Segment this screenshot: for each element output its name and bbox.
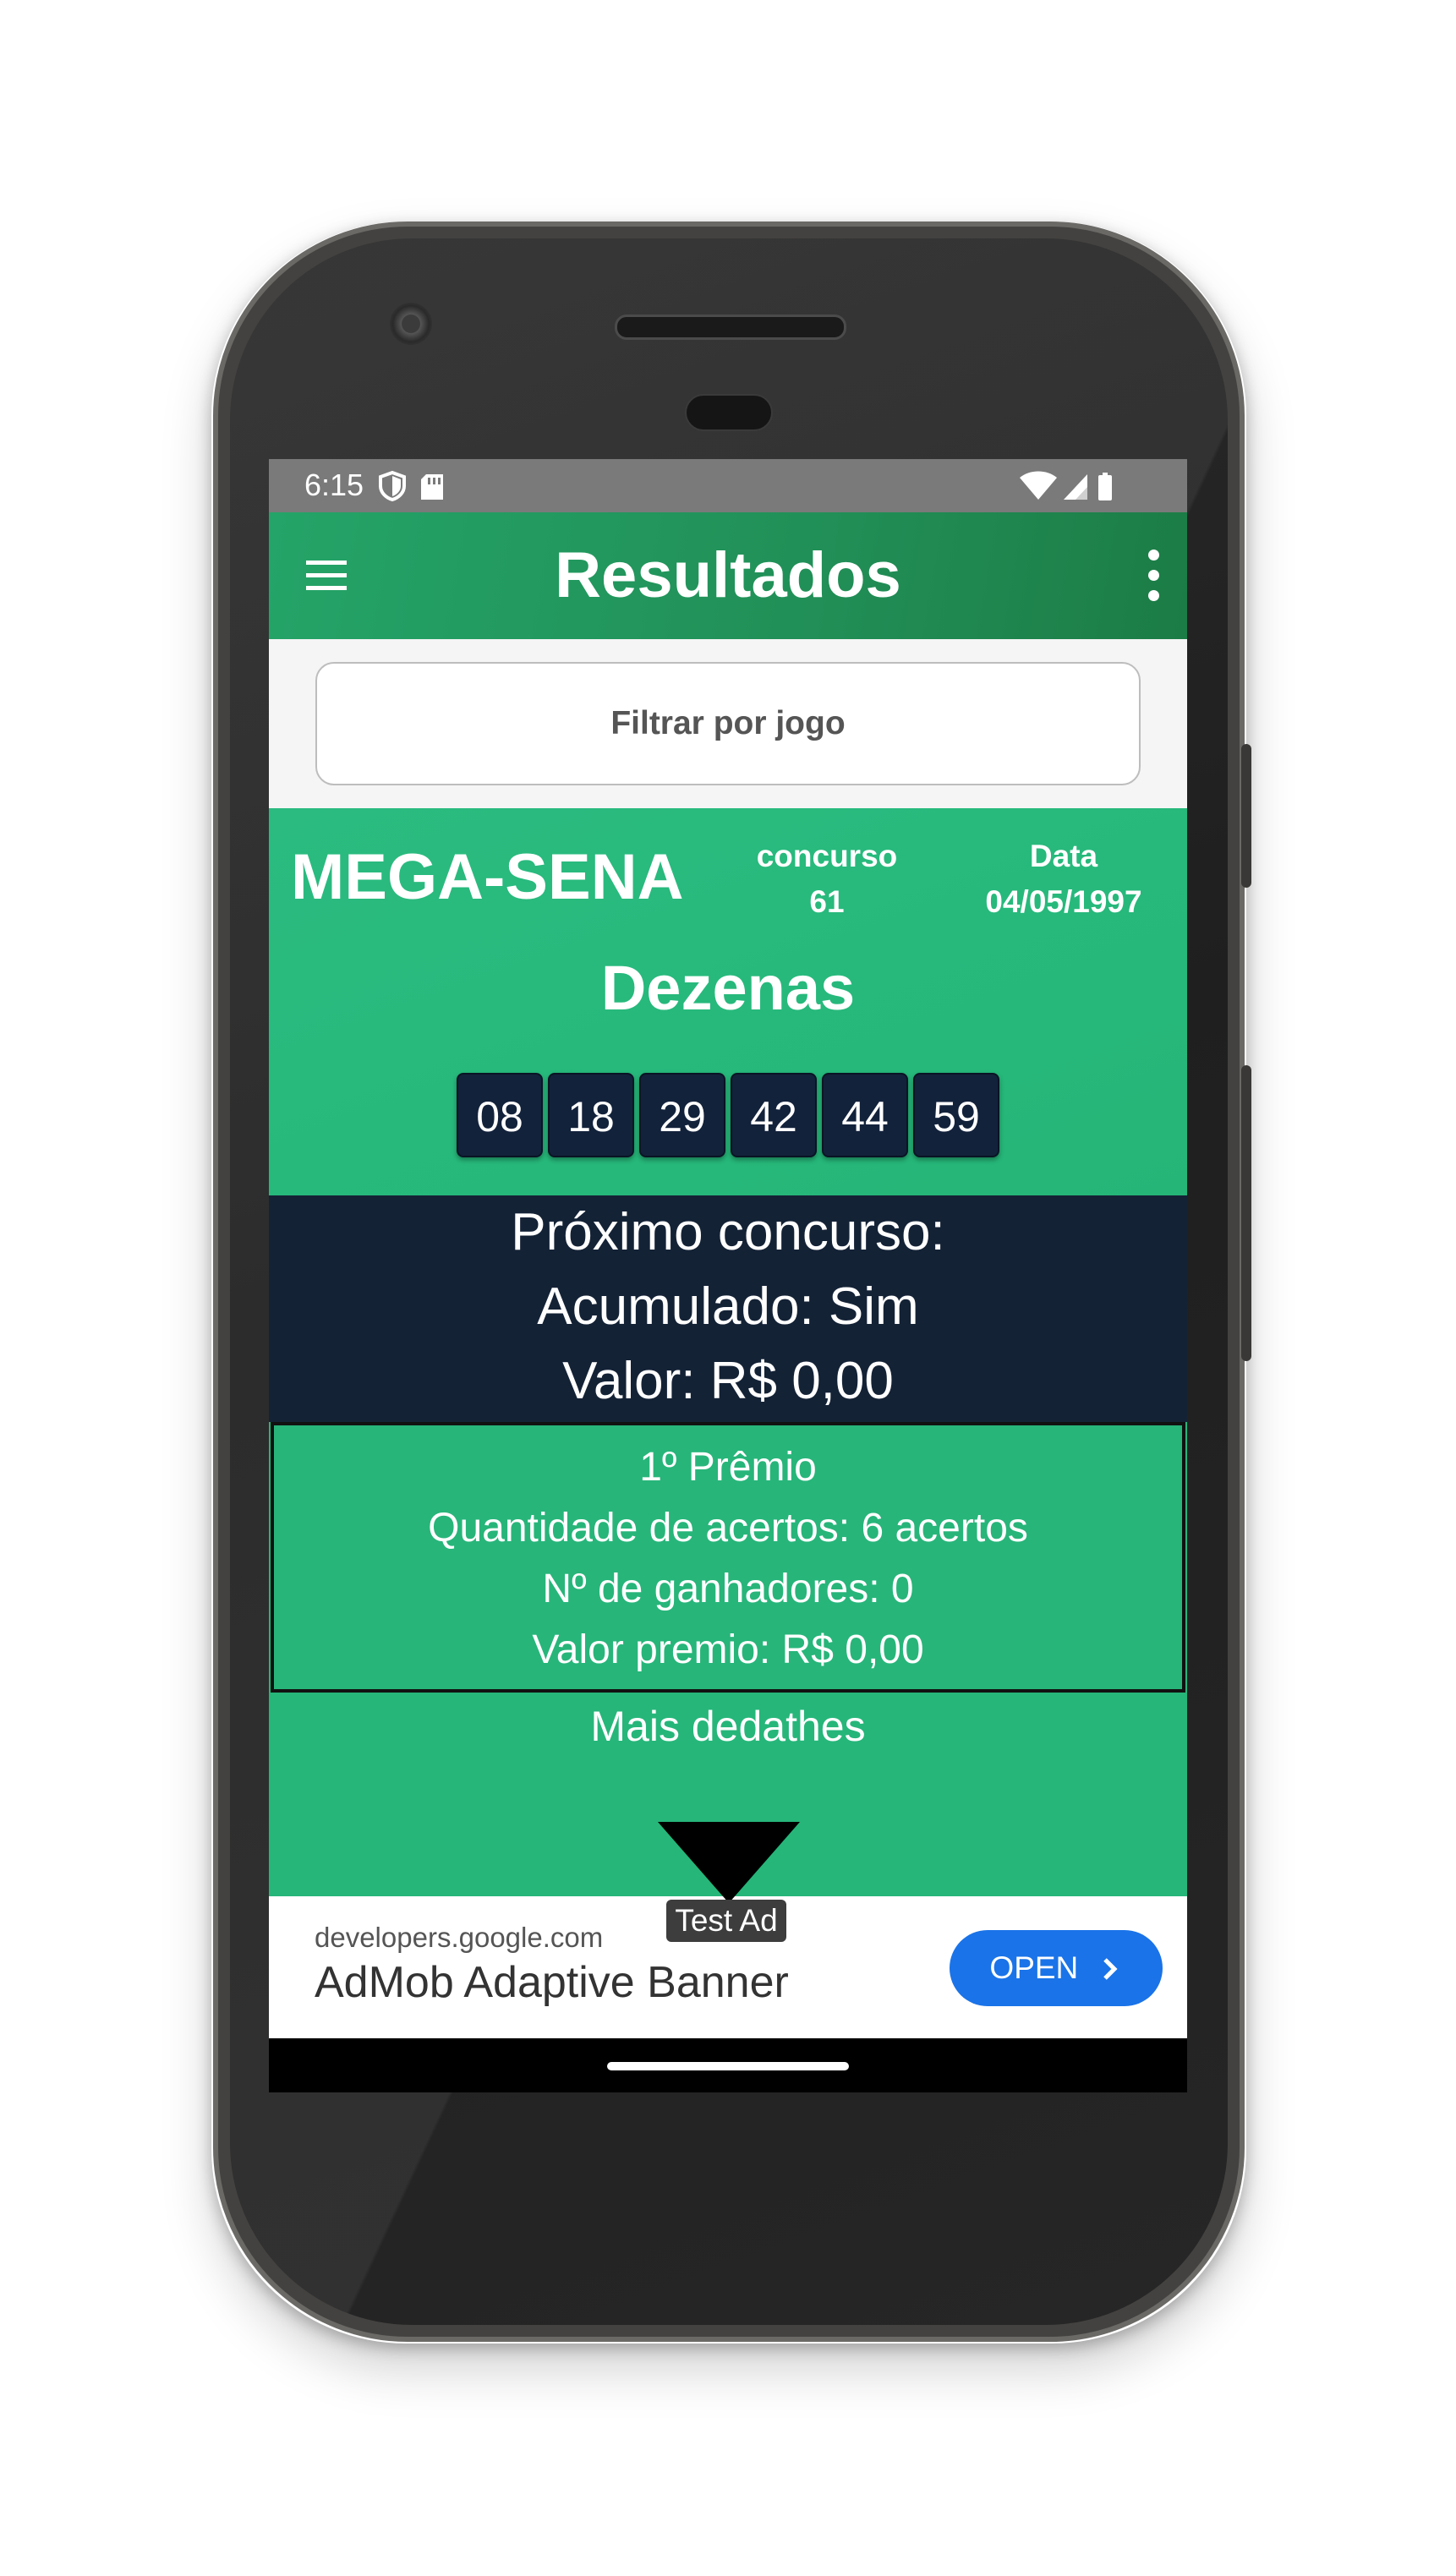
navigation-bar: [269, 2038, 1187, 2092]
home-gesture-pill[interactable]: [607, 2062, 849, 2070]
earpiece-speaker: [615, 314, 846, 340]
prize-hits: Quantidade de acertos: 6 acertos: [428, 1506, 1028, 1551]
draw-date: 04/05/1997: [985, 884, 1142, 919]
status-time: 6:15: [304, 468, 364, 502]
number-ball: 59: [913, 1073, 999, 1157]
ad-open-button[interactable]: OPEN: [950, 1930, 1163, 2006]
status-left-icons: [377, 469, 453, 507]
more-options-icon[interactable]: [1143, 550, 1163, 607]
ad-open-label: OPEN: [989, 1950, 1079, 1985]
test-ad-label: Test Ad: [666, 1900, 786, 1942]
contest-label: concurso: [756, 839, 898, 873]
filter-area: Filtrar por jogo: [269, 639, 1187, 808]
chevron-right-icon: [1103, 1958, 1118, 1980]
game-name: MEGA-SENA: [291, 841, 684, 913]
shield-icon: [379, 470, 406, 502]
next-contest-value: Valor: R$ 0,00: [562, 1352, 894, 1410]
contest-block: concurso 61: [742, 834, 911, 925]
power-button: [1241, 744, 1251, 888]
next-contest-title: Próximo concurso:: [511, 1203, 945, 1261]
battery-icon: [1098, 473, 1112, 500]
prize-box: 1º Prêmio Quantidade de acertos: 6 acert…: [271, 1422, 1185, 1693]
app-bar: Resultados: [269, 512, 1187, 639]
number-ball: 29: [639, 1073, 725, 1157]
prize-value: Valor premio: R$ 0,00: [532, 1627, 924, 1672]
dezenas-title: Dezenas: [600, 953, 856, 1023]
more-details-link[interactable]: Mais dedathes: [269, 1693, 1187, 1760]
prize-title: 1º Prêmio: [639, 1445, 817, 1490]
filter-by-game-button[interactable]: Filtrar por jogo: [315, 662, 1141, 785]
date-block: Data 04/05/1997: [962, 834, 1165, 925]
drawn-numbers: 08 18 29 42 44 59: [269, 1073, 1187, 1157]
app-screen: 6:15 Resultados Filtrar por jogo MEGA-SE…: [269, 459, 1187, 2092]
result-card: MEGA-SENA concurso 61 Data 04/05/1997 De…: [269, 808, 1187, 1195]
ad-url: developers.google.com: [315, 1922, 604, 1953]
next-contest-panel: Próximo concurso: Acumulado: Sim Valor: …: [269, 1195, 1187, 1422]
signal-icon: [1064, 474, 1087, 500]
ad-title: AdMob Adaptive Banner: [315, 1958, 789, 2007]
number-ball: 42: [731, 1073, 817, 1157]
accumulated-status: Acumulado: Sim: [537, 1277, 919, 1336]
hamburger-menu-icon[interactable]: [306, 555, 347, 594]
status-right-icons: [1018, 469, 1128, 507]
volume-button: [1241, 1065, 1251, 1361]
wifi-icon: [1020, 471, 1057, 500]
status-bar: 6:15: [269, 459, 1187, 512]
proximity-sensor: [685, 394, 773, 431]
ad-indicator-triangle: [658, 1822, 800, 1903]
date-label: Data: [1029, 839, 1098, 873]
contest-number: 61: [809, 884, 845, 919]
number-ball: 18: [548, 1073, 634, 1157]
prize-winners: Nº de ganhadores: 0: [542, 1567, 914, 1611]
front-camera: [390, 303, 432, 345]
app-title: Resultados: [555, 539, 901, 611]
number-ball: 44: [822, 1073, 908, 1157]
sd-card-icon: [421, 474, 443, 500]
number-ball: 08: [457, 1073, 543, 1157]
